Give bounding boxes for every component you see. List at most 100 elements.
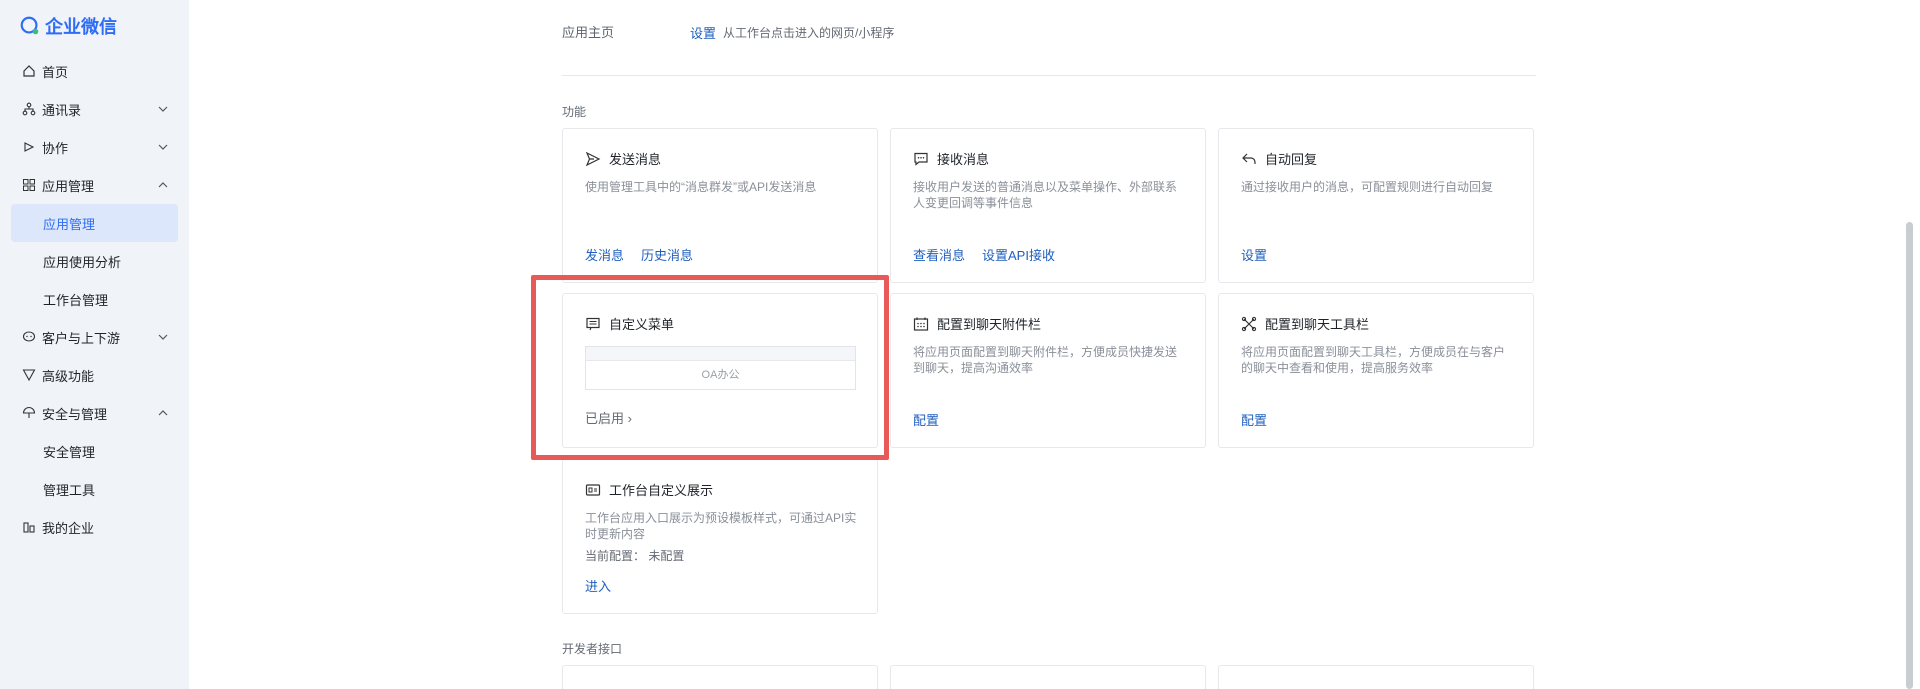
chevron-down-icon xyxy=(158,144,168,150)
sidebar-item-label: 我的企业 xyxy=(42,520,95,536)
sidebar-subitem-workbench[interactable]: 工作台管理 xyxy=(0,280,189,318)
sidebar-item-advanced[interactable]: 高级功能 xyxy=(0,356,189,394)
card-head: 接收消息 xyxy=(913,149,989,168)
card-workbench-display: 工作台自定义展示 工作台应用入口展示为预设模板样式，可通过API实时更新内容 当… xyxy=(562,459,878,614)
auto-reply-set-link[interactable]: 设置 xyxy=(1241,245,1267,264)
card-desc: 将应用页面配置到聊天附件栏，方便成员快捷发送到聊天，提高沟通效率 xyxy=(913,345,1178,375)
sidebar-subitem-admin-tools[interactable]: 管理工具 xyxy=(0,470,189,508)
card-dev-api-2 xyxy=(890,665,1206,689)
sidebar-subitem-app-management[interactable]: 应用管理 xyxy=(11,204,178,242)
workbench-config-label: 当前配置： xyxy=(585,549,646,563)
building-icon xyxy=(22,520,36,534)
collab-icon xyxy=(22,140,36,154)
sidebar-subitem-app-usage[interactable]: 应用使用分析 xyxy=(0,242,189,280)
card-receive-message: 接收消息 接收用户发送的普通消息以及菜单操作、外部联系人变更回调等事件信息 查看… xyxy=(890,128,1206,283)
card-head: 自动回复 xyxy=(1241,149,1317,168)
reply-icon xyxy=(1241,151,1257,167)
tools-icon xyxy=(1241,316,1257,332)
sidebar-item-collab[interactable]: 协作 xyxy=(0,128,189,166)
sidebar-item-label: 安全管理 xyxy=(43,444,96,460)
sidebar-item-label: 通讯录 xyxy=(42,102,82,118)
card-head: 配置到聊天附件栏 xyxy=(913,314,1041,333)
sidebar-item-customers[interactable]: 客户与上下游 xyxy=(0,318,189,356)
card-links: 配置 xyxy=(1241,410,1284,429)
card-desc: 工作台应用入口展示为预设模板样式，可通过API实时更新内容 xyxy=(585,511,857,541)
card-dev-api-1 xyxy=(562,665,878,689)
workbench-current-config: 当前配置： 未配置 xyxy=(585,547,684,564)
sidebar-item-label: 管理工具 xyxy=(43,482,96,498)
card-chat-attachment: 配置到聊天附件栏 将应用页面配置到聊天附件栏，方便成员快捷发送到聊天，提高沟通效… xyxy=(890,293,1206,448)
send-icon xyxy=(585,151,601,167)
card-dev-api-3 xyxy=(1218,665,1534,689)
chevron-down-icon xyxy=(158,334,168,340)
sidebar-item-label: 首页 xyxy=(42,64,69,80)
card-auto-reply: 自动回复 通过接收用户的消息，可配置规则进行自动回复 设置 xyxy=(1218,128,1534,283)
toolbar-config-link[interactable]: 配置 xyxy=(1241,410,1267,429)
card-chat-toolbar: 配置到聊天工具栏 将应用页面配置到聊天工具栏，方便成员在与客户的聊天中查看和使用… xyxy=(1218,293,1534,448)
umbrella-icon xyxy=(22,406,36,420)
card-title: 接收消息 xyxy=(937,152,990,167)
vertical-scrollbar[interactable] xyxy=(1906,222,1913,689)
card-title: 配置到聊天附件栏 xyxy=(937,317,1042,332)
workbench-card-icon xyxy=(585,482,601,498)
view-messages-link[interactable]: 查看消息 xyxy=(913,245,965,264)
card-title: 自动回复 xyxy=(1265,152,1318,167)
attachment-grid-icon xyxy=(913,316,929,332)
chevron-up-icon xyxy=(158,182,168,188)
sidebar-item-label: 应用管理 xyxy=(43,216,96,232)
app-homepage-label: 应用主页 xyxy=(562,25,615,40)
card-desc: 接收用户发送的普通消息以及菜单操作、外部联系人变更回调等事件信息 xyxy=(913,180,1178,210)
section-title-developer-api: 开发者接口 xyxy=(562,642,623,656)
attachment-config-link[interactable]: 配置 xyxy=(913,410,939,429)
card-title: 发送消息 xyxy=(609,152,662,167)
apps-icon xyxy=(22,178,36,192)
main-panel: 应用主页 设置 从工作台点击进入的网页/小程序 功能 发送消息 使用管理工具中的… xyxy=(189,0,1920,689)
sidebar-item-label: 高级功能 xyxy=(42,368,95,384)
sidebar-item-label: 客户与上下游 xyxy=(42,330,121,346)
custom-menu-highlight-box xyxy=(531,275,889,460)
sidebar-item-label: 应用管理 xyxy=(42,178,95,194)
set-api-receive-link[interactable]: 设置API接收 xyxy=(982,245,1055,264)
sidebar-item-label: 工作台管理 xyxy=(43,292,109,308)
chevron-up-icon xyxy=(158,410,168,416)
logo[interactable]: 企业微信 xyxy=(0,0,189,52)
sidebar-subitem-security-management[interactable]: 安全管理 xyxy=(0,432,189,470)
card-links: 设置 xyxy=(1241,245,1284,264)
card-links: 发消息 历史消息 xyxy=(585,245,710,264)
logo-text: 企业微信 xyxy=(45,17,117,37)
sidebar-item-label: 应用使用分析 xyxy=(43,254,122,270)
section-title-features: 功能 xyxy=(562,105,587,119)
chat-icon xyxy=(22,330,36,344)
card-title: 配置到聊天工具栏 xyxy=(1265,317,1370,332)
sidebar-item-my-company[interactable]: 我的企业 xyxy=(0,508,189,546)
message-bubble-icon xyxy=(913,151,929,167)
sidebar-item-label: 安全与管理 xyxy=(42,406,108,422)
card-desc: 将应用页面配置到聊天工具栏，方便成员在与客户的聊天中查看和使用，提高服务效率 xyxy=(1241,345,1506,375)
card-links: 配置 xyxy=(913,410,956,429)
card-head: 配置到聊天工具栏 xyxy=(1241,314,1369,333)
org-icon xyxy=(22,102,36,116)
card-links: 进入 xyxy=(585,576,628,595)
card-send-message: 发送消息 使用管理工具中的“消息群发”或API发送消息 发消息 历史消息 xyxy=(562,128,878,283)
sidebar-item-app-management[interactable]: 应用管理 xyxy=(0,166,189,204)
home-icon xyxy=(22,64,36,78)
sidebar-item-security[interactable]: 安全与管理 xyxy=(0,394,189,432)
workbench-config-value: 未配置 xyxy=(648,549,685,563)
sidebar-nav: 首页 通讯录 协作 应用管理 应用管理 应用使用分析 工作台管理 客户与上下游 xyxy=(0,52,189,546)
card-head: 工作台自定义展示 xyxy=(585,480,713,499)
sidebar-item-contacts[interactable]: 通讯录 xyxy=(0,90,189,128)
app-homepage-desc: 从工作台点击进入的网页/小程序 xyxy=(723,26,895,40)
card-title: 工作台自定义展示 xyxy=(609,483,714,498)
chevron-down-icon xyxy=(158,106,168,112)
sidebar-item-home[interactable]: 首页 xyxy=(0,52,189,90)
sidebar-item-label: 协作 xyxy=(42,140,69,156)
send-message-link[interactable]: 发消息 xyxy=(585,245,624,264)
workbench-enter-link[interactable]: 进入 xyxy=(585,576,611,595)
wecom-logo-icon xyxy=(20,16,39,35)
card-desc: 使用管理工具中的“消息群发”或API发送消息 xyxy=(585,180,817,194)
app-homepage-row: 应用主页 设置 从工作台点击进入的网页/小程序 xyxy=(562,20,1536,76)
app-homepage-set-link[interactable]: 设置 xyxy=(690,23,716,42)
filter-icon xyxy=(22,368,36,382)
history-message-link[interactable]: 历史消息 xyxy=(641,245,693,264)
card-desc: 通过接收用户的消息，可配置规则进行自动回复 xyxy=(1241,180,1494,194)
